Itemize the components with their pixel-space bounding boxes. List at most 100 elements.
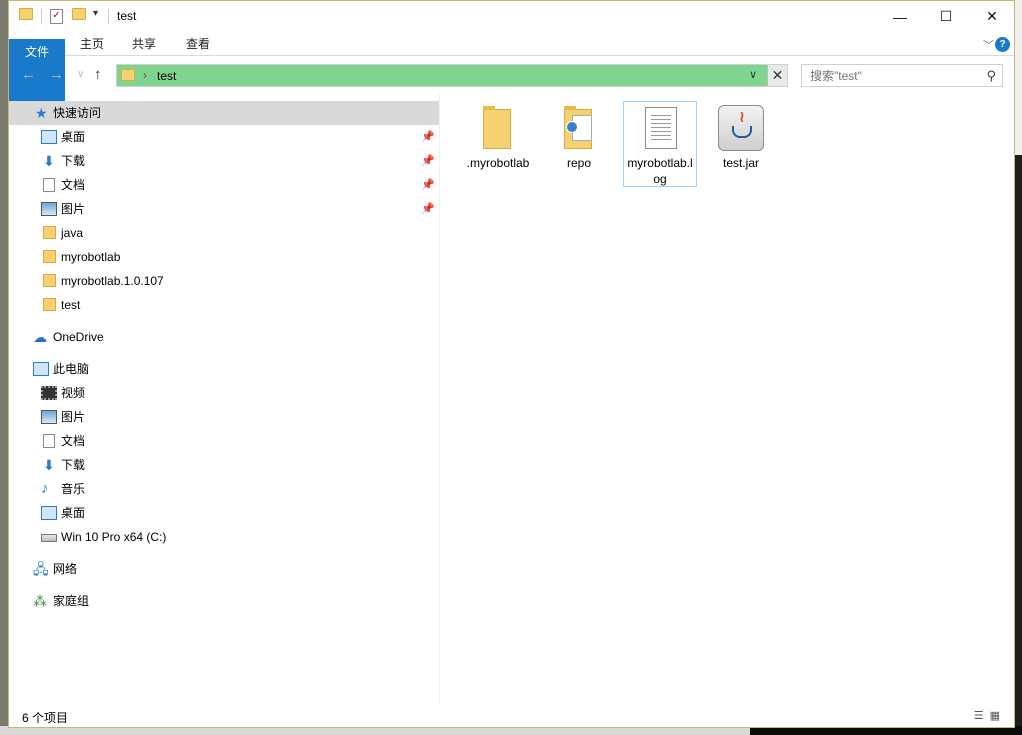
folder-icon xyxy=(19,8,35,24)
search-box[interactable]: ⚲ xyxy=(801,64,1003,87)
sidebar-item-homegroup[interactable]: ⁂ 家庭组 xyxy=(9,589,439,613)
expand-ribbon-icon[interactable]: ﹀ xyxy=(983,37,994,53)
tab-home[interactable]: 主页 xyxy=(67,32,117,56)
document-icon xyxy=(43,434,55,448)
cloud-icon: ☁ xyxy=(33,329,47,345)
folder-icon xyxy=(121,69,135,84)
document-icon xyxy=(43,178,55,192)
background-window-edge xyxy=(1014,0,1022,155)
pictures-icon xyxy=(41,202,57,216)
sidebar-item-documents[interactable]: 文档 📌 xyxy=(9,173,439,197)
title-bar: ✓ ▾ test — ☐ ✕ xyxy=(9,1,1014,32)
sidebar-item-quick-access[interactable]: ★ 快速访问 xyxy=(9,101,439,125)
minimize-button[interactable]: — xyxy=(877,1,923,32)
sidebar-item-label: test xyxy=(61,298,81,312)
status-bar: 6 个项目 ☰▦ xyxy=(9,705,1014,727)
sidebar-item-java[interactable]: java xyxy=(9,221,439,245)
network-icon: 🖧 xyxy=(33,561,49,577)
video-icon xyxy=(41,386,57,400)
document-icon xyxy=(636,105,684,153)
search-icon[interactable]: ⚲ xyxy=(986,68,996,84)
sidebar-item-pictures[interactable]: 图片 📌 xyxy=(9,197,439,221)
sidebar-item-pc-documents[interactable]: 文档 xyxy=(9,429,439,453)
help-icon[interactable]: ? xyxy=(995,37,1010,52)
file-item-myrobotlab-folder[interactable]: .myrobotlab xyxy=(461,101,535,187)
pictures-icon xyxy=(41,410,57,424)
sidebar-item-label: 桌面 xyxy=(61,130,86,144)
sidebar-item-this-pc[interactable]: 此电脑 xyxy=(9,357,439,381)
sidebar-item-label: 音乐 xyxy=(61,482,86,496)
sidebar-item-pc-desktop[interactable]: 桌面 xyxy=(9,501,439,525)
folder-icon xyxy=(43,250,56,263)
divider xyxy=(41,9,42,24)
window-title: test xyxy=(117,9,137,23)
search-input[interactable] xyxy=(802,65,982,86)
forward-button[interactable]: → xyxy=(49,66,64,83)
folder-icon xyxy=(43,226,56,239)
file-name: test.jar xyxy=(722,156,759,170)
breadcrumb-test[interactable]: test xyxy=(157,69,176,83)
sidebar-item-label: 文档 xyxy=(61,178,86,192)
address-dropdown-icon[interactable]: ∨ xyxy=(749,68,757,81)
folder-icon xyxy=(43,274,56,287)
clear-address-icon[interactable]: ✕ xyxy=(767,65,787,86)
pin-icon[interactable]: 📌 xyxy=(421,125,435,149)
sidebar-item-label: 文档 xyxy=(61,434,86,448)
sidebar-item-label: 图片 xyxy=(61,410,86,424)
up-button[interactable]: ↑ xyxy=(94,66,102,83)
sidebar-item-label: myrobotlab xyxy=(61,250,121,264)
sidebar-item-label: myrobotlab.1.0.107 xyxy=(61,274,164,288)
pin-icon[interactable]: 📌 xyxy=(421,197,435,221)
sidebar-item-videos[interactable]: 视频 xyxy=(9,381,439,405)
sidebar-item-myrobotlab-1-0-107[interactable]: myrobotlab.1.0.107 xyxy=(9,269,439,293)
navigation-bar: ← → ∨ ↑ › test ∨ ✕ ⚲ xyxy=(9,57,1014,94)
sidebar-item-pc-pictures[interactable]: 图片 xyxy=(9,405,439,429)
sidebar-item-network[interactable]: 🖧 网络 xyxy=(9,557,439,581)
address-bar[interactable]: › test ∨ ✕ xyxy=(116,64,788,87)
close-button[interactable]: ✕ xyxy=(969,1,1015,32)
properties-icon[interactable]: ✓ xyxy=(50,9,63,24)
file-item-test-jar[interactable]: ≀ test.jar xyxy=(704,101,778,187)
sidebar-item-label: OneDrive xyxy=(53,330,104,344)
navigation-pane: ★ 快速访问 桌面 📌 ⬇ 下载 📌 文档 📌 图片 📌 java myrobo… xyxy=(9,94,439,700)
view-toggle-icons[interactable]: ☰▦ xyxy=(974,709,1006,722)
tab-view[interactable]: 查看 xyxy=(173,32,223,56)
file-item-repo-folder[interactable]: repo xyxy=(542,101,616,187)
sidebar-item-label: 家庭组 xyxy=(53,594,90,608)
sidebar-item-desktop[interactable]: 桌面 📌 xyxy=(9,125,439,149)
customize-toolbar-icon[interactable]: ▾ xyxy=(93,8,109,24)
sidebar-item-downloads[interactable]: ⬇ 下载 📌 xyxy=(9,149,439,173)
music-icon: ♪ xyxy=(41,480,49,497)
pin-icon[interactable]: 📌 xyxy=(421,149,435,173)
star-icon: ★ xyxy=(35,105,48,121)
item-count: 6 个项目 xyxy=(22,711,69,725)
sidebar-item-music[interactable]: ♪ 音乐 xyxy=(9,477,439,501)
sidebar-item-drive-c[interactable]: Win 10 Pro x64 (C:) xyxy=(9,525,439,549)
sidebar-item-label: java xyxy=(61,226,84,240)
maximize-button[interactable]: ☐ xyxy=(923,1,969,32)
file-name: repo xyxy=(566,156,592,170)
tab-share[interactable]: 共享 xyxy=(119,32,169,56)
ribbon-tabs: 文件 主页 共享 查看 ﹀ ? xyxy=(9,32,1014,125)
sidebar-item-label: 图片 xyxy=(61,202,86,216)
java-icon: ≀ xyxy=(717,105,765,153)
new-folder-icon[interactable] xyxy=(72,8,88,24)
homegroup-icon: ⁂ xyxy=(33,593,47,609)
pin-icon[interactable]: 📌 xyxy=(421,173,435,197)
sidebar-item-pc-downloads[interactable]: ⬇ 下载 xyxy=(9,453,439,477)
sidebar-item-onedrive[interactable]: ☁ OneDrive xyxy=(9,325,439,349)
file-name: myrobotlab.log xyxy=(627,156,693,186)
sidebar-item-test[interactable]: test xyxy=(9,293,439,317)
computer-icon xyxy=(33,362,49,376)
sidebar-item-label: 下载 xyxy=(61,458,86,472)
breadcrumb-separator[interactable]: › xyxy=(143,68,147,82)
sidebar-item-label: 下载 xyxy=(61,154,86,168)
sidebar-item-label: Win 10 Pro x64 (C:) xyxy=(61,530,167,544)
file-name: .myrobotlab xyxy=(466,156,530,170)
file-item-myrobotlab-log[interactable]: myrobotlab.log xyxy=(623,101,697,187)
sidebar-item-myrobotlab[interactable]: myrobotlab xyxy=(9,245,439,269)
back-button[interactable]: ← xyxy=(21,66,36,83)
recent-locations-button[interactable]: ∨ xyxy=(77,69,84,80)
folder-icon xyxy=(555,105,603,153)
desktop-icon xyxy=(41,506,57,520)
